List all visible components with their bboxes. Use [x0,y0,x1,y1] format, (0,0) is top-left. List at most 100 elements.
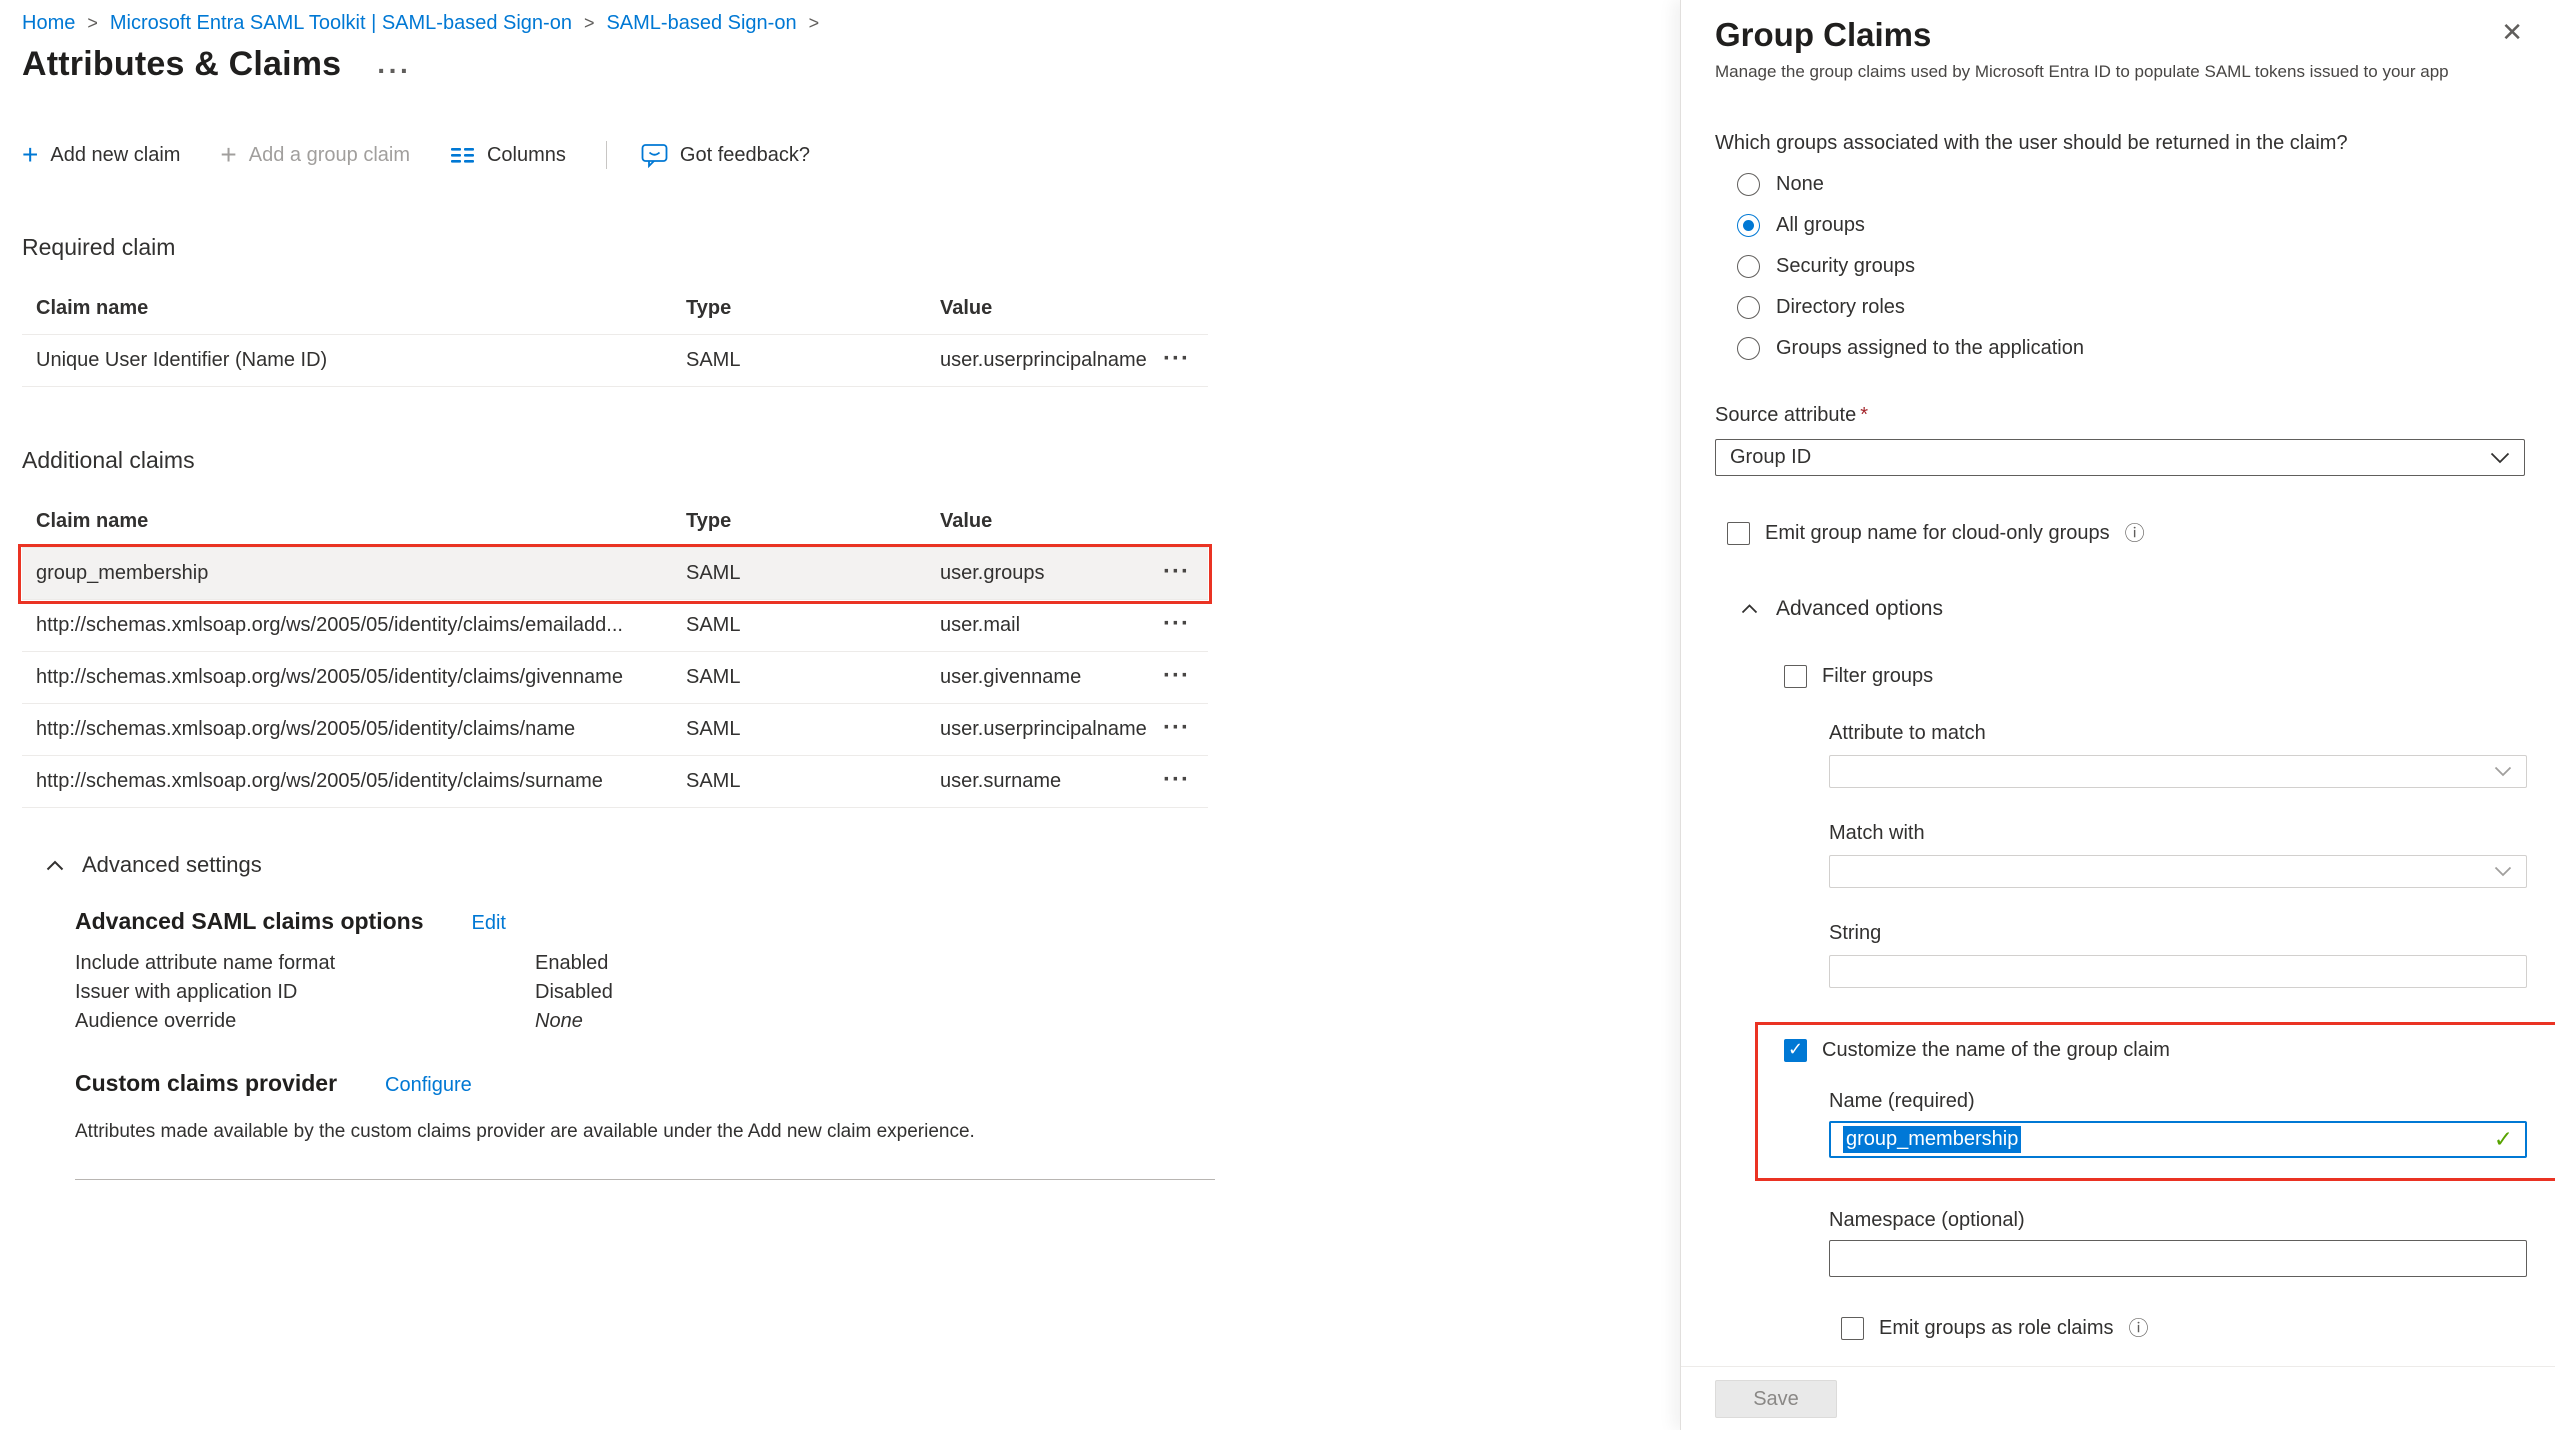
property-label: Audience override [75,1007,535,1036]
breadcrumb-link-app[interactable]: Microsoft Entra SAML Toolkit | SAML-base… [110,12,572,35]
breadcrumb-link-saml-signon[interactable]: SAML-based Sign-on [606,12,796,35]
close-icon[interactable]: ✕ [2499,16,2525,48]
annotation-highlight-box: Customize the name of the group claim Na… [1755,1022,2555,1181]
chevron-down-icon [2490,452,2510,464]
feedback-icon [641,143,668,168]
radio-option-groups-assigned[interactable]: Groups assigned to the application [1737,336,2525,360]
radio-icon[interactable] [1737,296,1760,319]
radio-label: Groups assigned to the application [1776,337,2084,360]
breadcrumb-link-home[interactable]: Home [22,12,75,35]
columns-button[interactable]: Columns [450,144,566,167]
chevron-up-icon [1741,604,1758,614]
radio-icon[interactable] [1737,173,1760,196]
attribute-to-match-dropdown[interactable] [1829,755,2527,788]
checkbox-label: Customize the name of the group claim [1822,1039,2170,1062]
add-group-claim-button[interactable]: + Add a group claim [220,144,410,167]
row-context-menu-button[interactable]: ··· [1163,766,1190,793]
string-input[interactable] [1829,955,2527,988]
panel-footer: Save [1681,1366,2555,1430]
feedback-button[interactable]: Got feedback? [641,143,810,168]
radio-label: Security groups [1776,255,1915,278]
info-icon[interactable]: ⓘ [2129,1319,2149,1339]
property-label: Issuer with application ID [75,978,535,1007]
additional-claims-table: Claim name Type Value group_membership S… [22,490,1208,808]
claim-value-cell: user.userprincipalname [926,718,1146,741]
add-group-claim-label: Add a group claim [249,144,410,167]
saml-options-properties: Include attribute name format Enabled Is… [75,949,1679,1036]
checkbox-icon[interactable] [1841,1317,1864,1340]
column-header-menu [1146,510,1208,533]
property-row: Audience override None [75,1007,1679,1036]
radio-icon[interactable] [1737,337,1760,360]
table-row[interactable]: http://schemas.xmlsoap.org/ws/2005/05/id… [22,704,1208,756]
info-icon[interactable]: ⓘ [2125,524,2145,544]
configure-link[interactable]: Configure [385,1074,472,1097]
property-row: Include attribute name format Enabled [75,949,1679,978]
match-with-dropdown[interactable] [1829,855,2527,888]
feedback-label: Got feedback? [680,144,810,167]
row-context-menu-button[interactable]: ··· [1163,662,1190,689]
checkbox-icon[interactable] [1784,665,1807,688]
checkbox-checked-icon[interactable] [1784,1039,1807,1062]
table-row-group-membership[interactable]: group_membership SAML user.groups ··· [22,548,1208,600]
radio-option-none[interactable]: None [1737,172,2525,196]
advanced-settings-body: Advanced SAML claims options Edit Includ… [75,908,1679,1180]
more-options-button[interactable]: ··· [377,54,411,76]
row-context-menu-button[interactable]: ··· [1163,345,1190,372]
save-button[interactable]: Save [1715,1380,1837,1418]
source-attribute-label: Source attribute* [1715,404,2525,427]
panel-title: Group Claims [1715,16,1931,54]
table-row[interactable]: http://schemas.xmlsoap.org/ws/2005/05/id… [22,600,1208,652]
breadcrumb-chevron-icon: > [807,13,822,34]
required-claims-table: Claim name Type Value Unique User Identi… [22,277,1208,387]
group-claims-panel: Group Claims ✕ Manage the group claims u… [1680,0,2555,1430]
custom-claims-description: Attributes made available by the custom … [75,1121,1679,1143]
custom-claims-provider-title: Custom claims provider [75,1070,337,1097]
radio-label: None [1776,173,1824,196]
column-header-claim-name: Claim name [22,510,672,533]
row-context-menu-button[interactable]: ··· [1163,610,1190,637]
radio-selected-icon[interactable] [1737,214,1760,237]
source-attribute-dropdown[interactable]: Group ID [1715,439,2525,476]
row-context-menu-button[interactable]: ··· [1163,558,1190,585]
customize-name-checkbox-row[interactable]: Customize the name of the group claim [1784,1039,2555,1062]
claim-name-cell: http://schemas.xmlsoap.org/ws/2005/05/id… [22,614,672,637]
column-header-type: Type [672,297,926,320]
table-header-row: Claim name Type Value [22,277,1208,335]
radio-option-security-groups[interactable]: Security groups [1737,254,2525,278]
radio-icon[interactable] [1737,255,1760,278]
radio-option-directory-roles[interactable]: Directory roles [1737,295,2525,319]
radio-label: Directory roles [1776,296,1905,319]
column-header-value: Value [926,510,1146,533]
group-claims-question: Which groups associated with the user sh… [1715,132,2525,155]
claim-type-cell: SAML [672,562,926,585]
emit-roles-checkbox-row[interactable]: Emit groups as role claims ⓘ [1841,1317,2525,1340]
title-row: Attributes & Claims ··· [0,35,1679,84]
dropdown-value: Group ID [1730,446,1811,469]
checkbox-icon[interactable] [1727,522,1750,545]
table-row[interactable]: http://schemas.xmlsoap.org/ws/2005/05/id… [22,652,1208,704]
table-row[interactable]: Unique User Identifier (Name ID) SAML us… [22,335,1208,387]
required-asterisk: * [1856,404,1868,426]
filter-groups-checkbox-row[interactable]: Filter groups [1784,665,2525,688]
claim-value-cell: user.surname [926,770,1146,793]
emit-group-name-checkbox-row[interactable]: Emit group name for cloud-only groups ⓘ [1727,522,2525,545]
add-new-claim-button[interactable]: + Add new claim [22,144,180,167]
group-claim-name-input[interactable]: group_membership ✓ [1829,1121,2527,1158]
panel-subtitle: Manage the group claims used by Microsof… [1715,62,2525,82]
group-scope-radio-group: None All groups Security groups Director… [1715,172,2525,360]
namespace-input[interactable] [1829,1240,2527,1277]
column-header-menu [1146,297,1208,320]
radio-option-all-groups[interactable]: All groups [1737,213,2525,237]
chevron-down-icon [2494,866,2512,877]
claim-value-cell: user.mail [926,614,1146,637]
valid-check-icon: ✓ [2494,1126,2513,1153]
chevron-down-icon [2494,766,2512,777]
advanced-options-toggle[interactable]: Advanced options [1741,597,2525,621]
table-row[interactable]: http://schemas.xmlsoap.org/ws/2005/05/id… [22,756,1208,808]
edit-link[interactable]: Edit [471,912,505,935]
breadcrumb-chevron-icon: > [85,13,100,34]
advanced-settings-toggle[interactable]: Advanced settings [46,852,1679,878]
claim-type-cell: SAML [672,770,926,793]
row-context-menu-button[interactable]: ··· [1163,714,1190,741]
